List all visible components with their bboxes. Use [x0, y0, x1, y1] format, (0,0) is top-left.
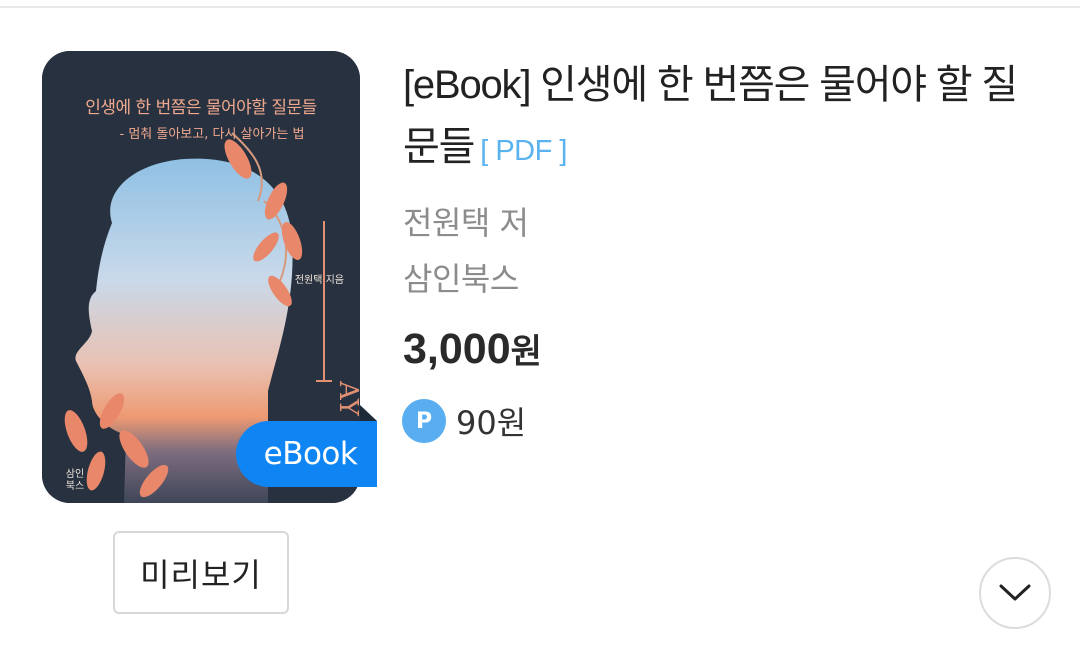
format-tag: [ PDF ]	[480, 135, 567, 167]
cover-publisher-line2: 북스	[65, 481, 85, 492]
reward-points: P 90원	[402, 398, 526, 444]
top-divider	[0, 6, 1080, 8]
book-publisher[interactable]: 삼인북스	[403, 254, 519, 300]
cover-subtitle: - 멈춰 돌아보고, 다시 살아가는 법	[119, 127, 305, 142]
svg-text:AY: AY	[333, 380, 360, 417]
expand-button[interactable]	[979, 557, 1051, 629]
book-author[interactable]: 전원택 저	[403, 198, 529, 244]
points-icon: P	[402, 399, 446, 443]
chevron-down-icon	[999, 584, 1031, 601]
book-price: 3,000원	[403, 324, 542, 374]
price-value: 3,000	[403, 325, 511, 373]
cover-publisher: 삼인 북스	[64, 469, 86, 493]
badge-fold	[360, 405, 377, 421]
preview-button[interactable]: 미리보기	[113, 531, 289, 614]
price-unit: 원	[510, 333, 542, 371]
points-value: 90원	[456, 404, 527, 442]
book-title[interactable]: [eBook] 인생에 한 번쯤은 물어야 할 질문들[ PDF ]	[403, 54, 1023, 182]
ebook-badge: eBook	[236, 421, 377, 487]
cover-title: 인생에 한 번쯤은 물어야할 질문들	[85, 98, 317, 118]
cover-author: 전원택 지음	[294, 275, 344, 286]
cover-publisher-line1: 삼인	[65, 469, 85, 480]
